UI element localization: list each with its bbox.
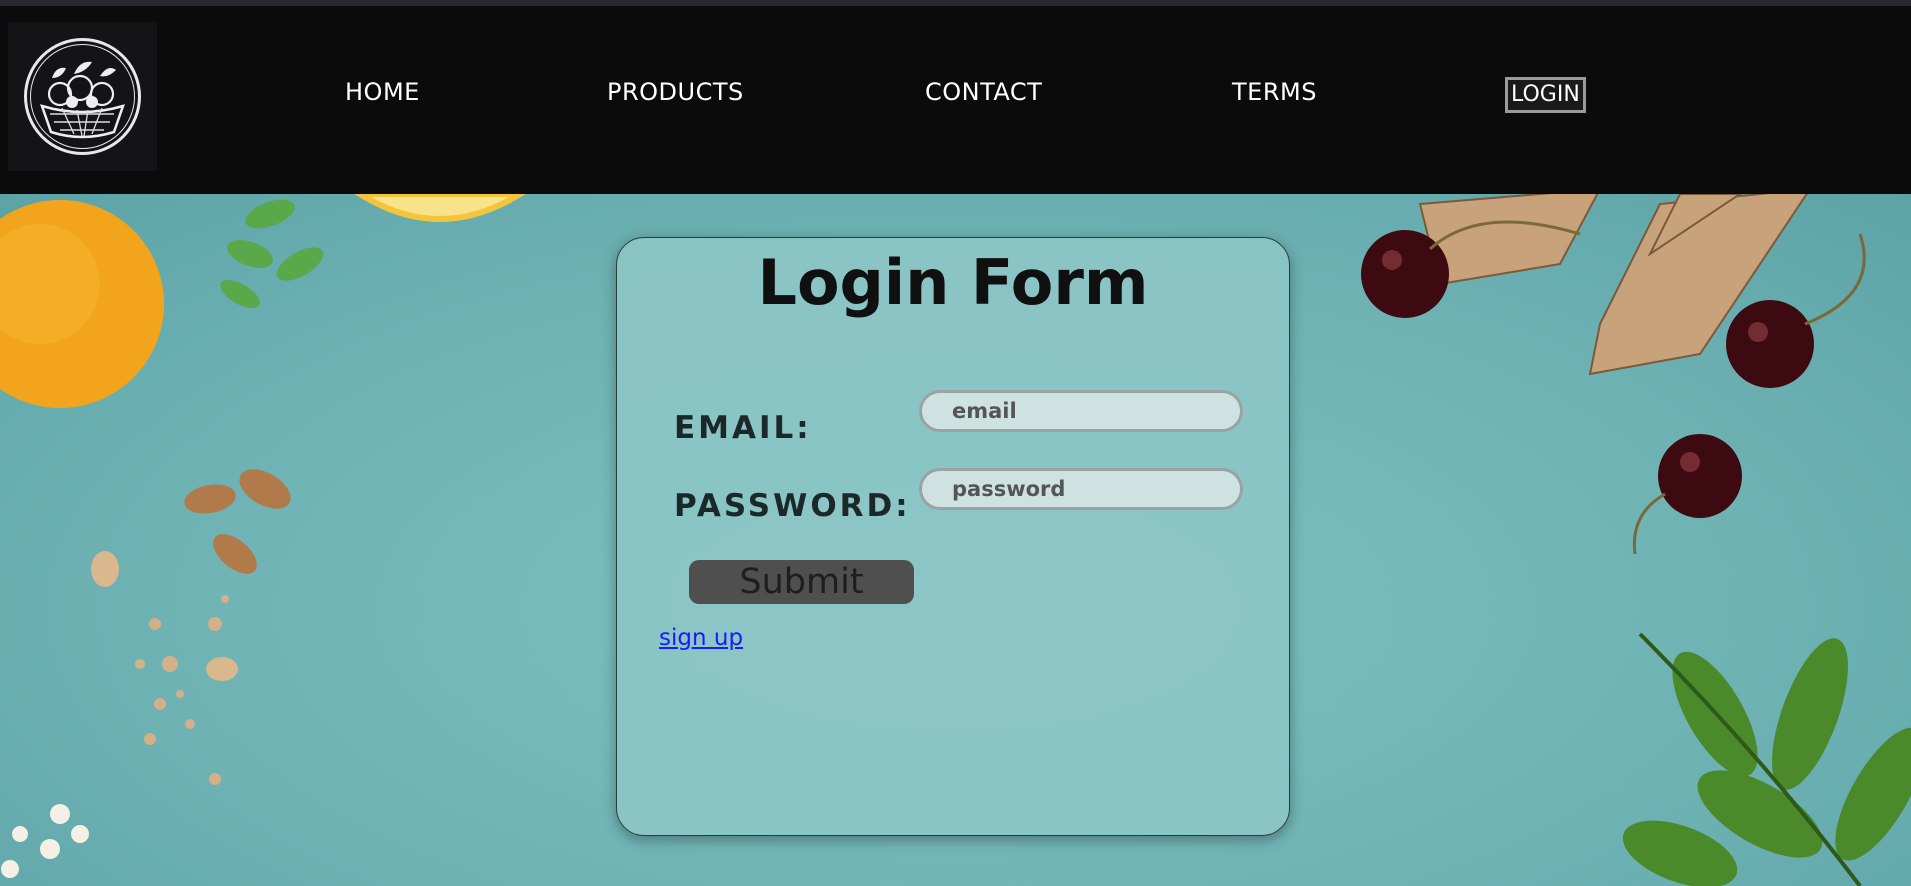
nav-home-link[interactable]: HOME: [345, 76, 420, 108]
password-input[interactable]: [919, 468, 1243, 510]
nav-contact-link[interactable]: CONTACT: [925, 76, 1042, 108]
password-label: PASSWORD:: [674, 488, 911, 524]
nav-login-button[interactable]: LOGIN: [1505, 77, 1586, 113]
almonds-image: [91, 469, 291, 681]
nav-terms-link[interactable]: TERMS: [1232, 76, 1317, 108]
flowers-image: [1, 804, 89, 878]
email-input[interactable]: [919, 390, 1243, 432]
email-label: EMAIL:: [674, 410, 812, 446]
lemon-slice-image: [354, 194, 526, 222]
mint-leaves-image: [220, 199, 324, 308]
navbar: HOME PRODUCTS CONTACT TERMS LOGIN: [0, 6, 1911, 194]
logo[interactable]: [8, 22, 157, 171]
signup-link[interactable]: sign up: [659, 625, 743, 651]
cherries-image: [1361, 220, 1866, 555]
login-form-card: Login Form EMAIL: PASSWORD: Submit sign …: [616, 237, 1290, 836]
submit-button[interactable]: Submit: [689, 560, 914, 604]
leaves-image: [1622, 632, 1911, 886]
form-title: Login Form: [757, 246, 1149, 319]
fruit-basket-logo-icon: [24, 38, 141, 155]
nav-products-link[interactable]: PRODUCTS: [607, 76, 744, 108]
nut-crumbs-image: [135, 595, 229, 785]
